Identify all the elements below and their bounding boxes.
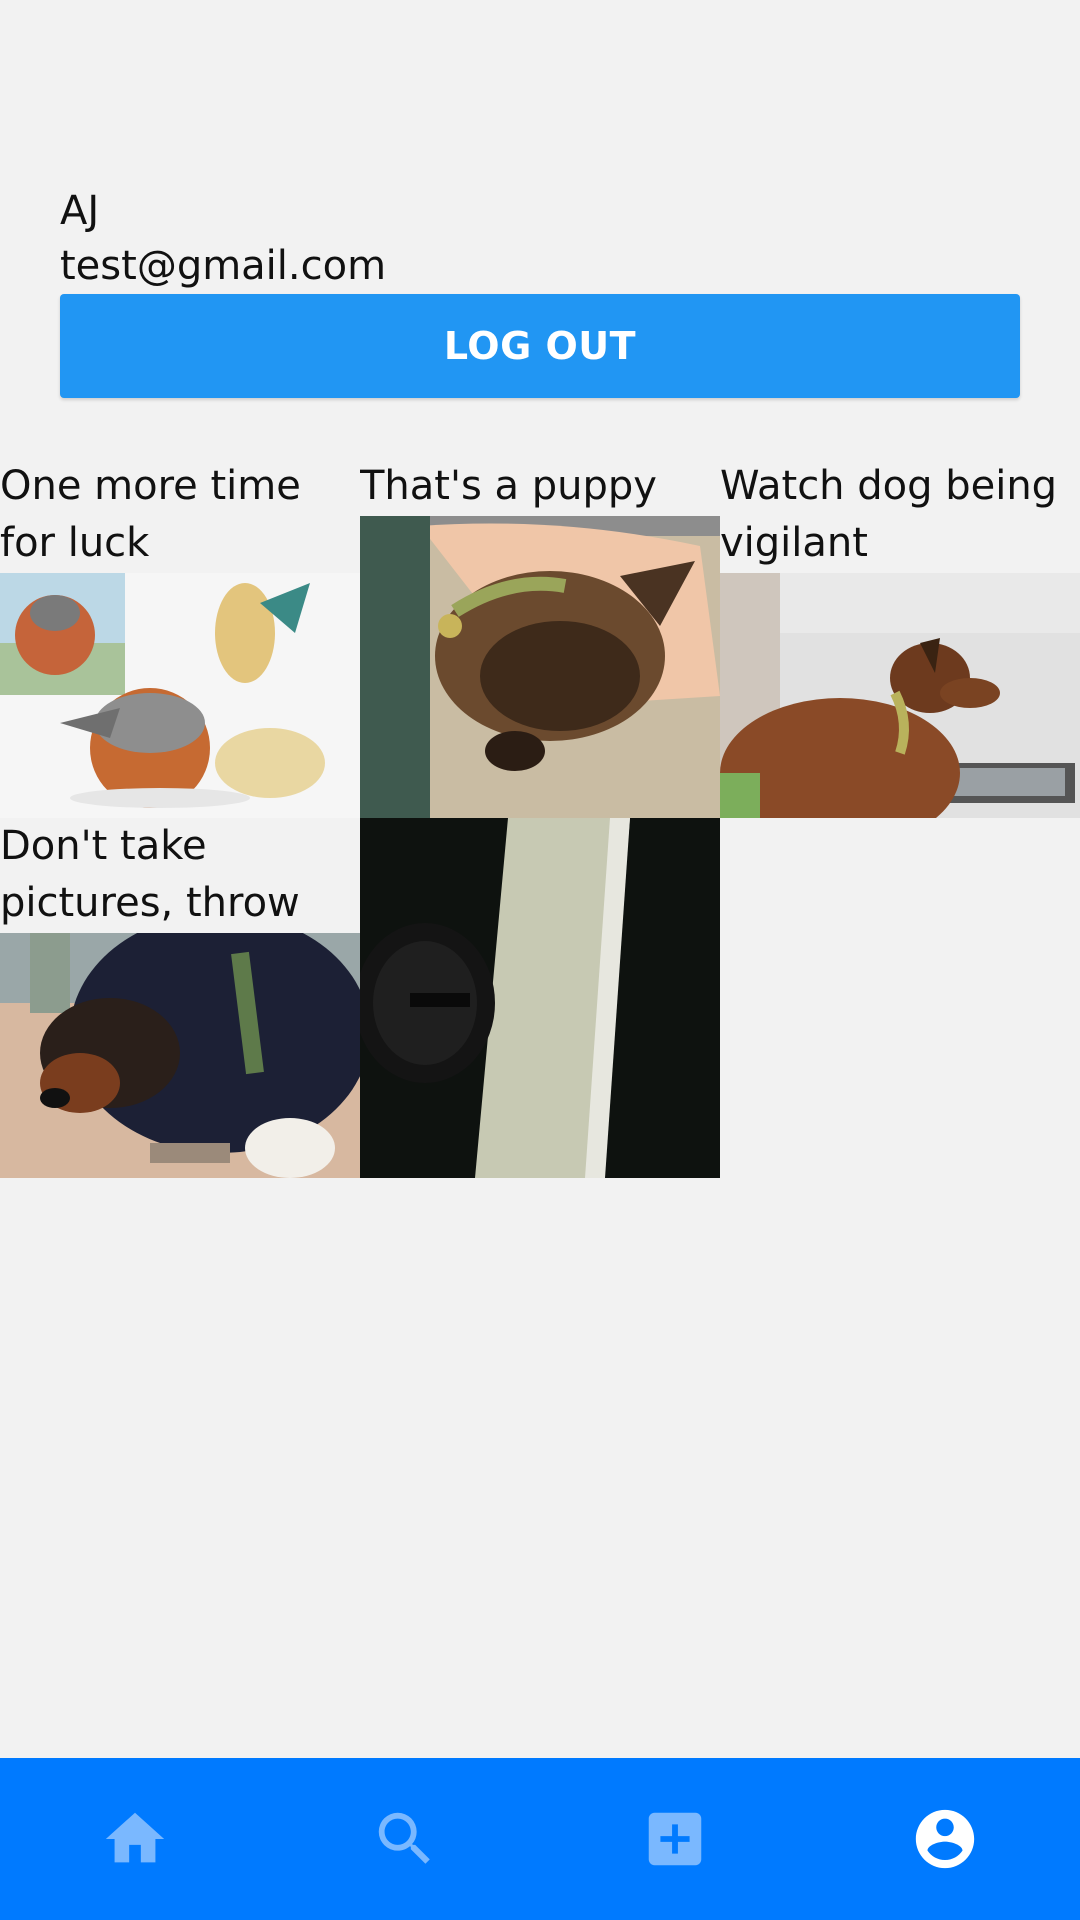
post-item[interactable]: Don't take pictures, throw the ball! — [0, 818, 360, 1178]
profile-email: test@gmail.com — [60, 243, 387, 289]
logout-button[interactable]: LOG OUT — [60, 294, 1020, 398]
post-item[interactable]: Watch dog being vigilant — [720, 458, 1080, 818]
post-caption: One more time for luck — [0, 463, 301, 566]
search-icon — [378, 1812, 430, 1864]
post-caption: Watch dog being vigilant — [720, 463, 1058, 566]
post-item[interactable] — [360, 818, 720, 1178]
add-post-icon — [648, 1812, 702, 1866]
post-image — [720, 573, 1080, 818]
tab-account[interactable] — [810, 1758, 1080, 1920]
post-item[interactable]: That's a puppy — [360, 458, 720, 818]
post-image — [0, 933, 360, 1178]
tab-home[interactable] — [0, 1758, 270, 1920]
profile-info: AJ test@gmail.com — [60, 186, 1020, 294]
post-image — [360, 818, 720, 1178]
post-image — [360, 516, 720, 818]
bottom-tab-bar — [0, 1758, 1080, 1920]
post-image — [0, 573, 360, 818]
post-item[interactable]: One more time for luck — [0, 458, 360, 818]
tab-search[interactable] — [270, 1758, 540, 1920]
home-icon — [105, 1812, 165, 1863]
profile-name: AJ — [60, 188, 100, 234]
post-caption: That's a puppy — [360, 463, 657, 509]
account-icon — [915, 1809, 975, 1869]
tab-add-post[interactable] — [540, 1758, 810, 1920]
